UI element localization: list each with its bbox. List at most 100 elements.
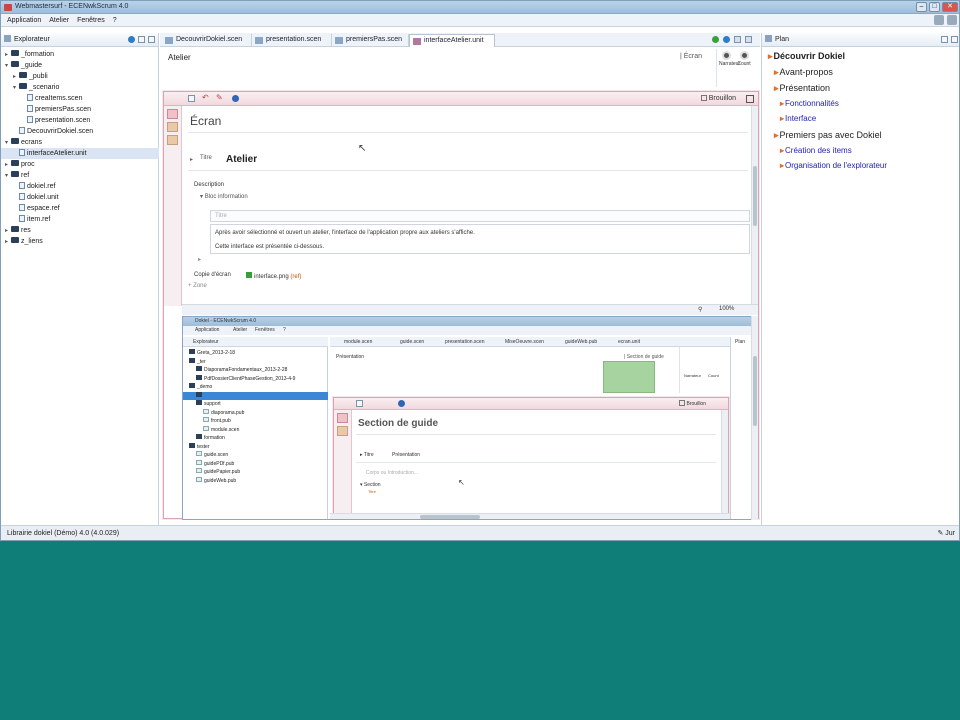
save-icon[interactable] <box>188 95 195 102</box>
tree-node[interactable]: dokiel.unit <box>1 192 159 203</box>
maximize-perspective-icon[interactable] <box>947 15 957 25</box>
tree-node[interactable]: espace.ref <box>1 203 159 214</box>
minimize-icon[interactable] <box>734 36 741 43</box>
plan-item[interactable]: ▸Découvrir Dokiel <box>768 51 845 62</box>
plan-item[interactable]: ▸Organisation de l'explorateur <box>780 161 887 170</box>
block-title-field[interactable]: Titre <box>210 210 750 222</box>
tree-node[interactable]: ▾ _guide <box>1 60 159 71</box>
tree-node[interactable]: item.ref <box>1 214 159 225</box>
minimize-perspective-icon[interactable] <box>934 15 944 25</box>
embedded-screenshot: Dokiel - ECENwkScrum 4.0 Application Ate… <box>182 316 758 520</box>
settings-icon[interactable] <box>128 36 135 43</box>
resources-icon[interactable] <box>167 135 178 145</box>
tree-node[interactable]: ▸ res <box>1 225 159 236</box>
draft-toggle[interactable]: Brouillon <box>700 95 736 102</box>
scroll-thumb[interactable] <box>753 166 757 226</box>
count-button[interactable]: Count <box>737 51 751 67</box>
tree-node[interactable]: dokiel.ref <box>1 181 159 192</box>
outline-icon[interactable] <box>167 122 178 132</box>
maximize-form-icon[interactable] <box>746 95 754 103</box>
editor-scrollbar[interactable] <box>751 316 758 520</box>
search-icon[interactable]: ⚲ <box>698 306 702 313</box>
maximize-icon[interactable] <box>745 36 752 43</box>
plan-item[interactable]: ▸Présentation <box>774 83 830 94</box>
menu-fenetres[interactable]: Fenêtres <box>77 17 105 24</box>
tree-node[interactable]: premiersPas.scen <box>1 104 159 115</box>
status-user[interactable]: ✎ Jur <box>937 526 955 540</box>
inner-item-title: Présentation <box>336 354 365 360</box>
tab-decouvrir-dokiel[interactable]: DecouvrirDokiel.scen <box>162 34 252 47</box>
plan-item[interactable]: ▸Création des items <box>780 146 852 155</box>
screenshot-link[interactable]: interface.png (ref) <box>246 272 301 280</box>
refresh-icon[interactable] <box>723 36 730 43</box>
inner-tree-icon <box>196 451 202 456</box>
tree-node[interactable]: ▸ _publi <box>1 71 159 82</box>
tree-node[interactable]: ▾ ref <box>1 170 159 181</box>
tree-node[interactable]: ▾ _scenario <box>1 82 159 93</box>
minimize-button[interactable]: – <box>916 2 927 12</box>
plan-header: Plan <box>762 33 959 47</box>
menu-atelier[interactable]: Atelier <box>49 17 69 24</box>
inner-tree-node: guideWeb.pub <box>183 476 328 486</box>
tab-premiers-pas[interactable]: premiersPas.scen <box>332 34 409 47</box>
application-window: Webmastersurf - ECENwkScrum 4.0 – □ ✕ Ap… <box>0 0 960 541</box>
block-body-field[interactable]: Après avoir sélectionné et ouvert un ate… <box>210 224 750 254</box>
inner-tree-node: guidePDf.pub <box>183 459 328 469</box>
title-value[interactable]: Atelier <box>226 154 257 165</box>
insert-marker[interactable]: ▸ <box>198 256 201 263</box>
tree-node-label: DecouvrirDokiel.scen <box>27 128 94 135</box>
tree-node-label: _publi <box>29 73 48 80</box>
maximize-button[interactable]: □ <box>929 2 940 12</box>
tree-node[interactable]: DecouvrirDokiel.scen <box>1 126 159 137</box>
maximize-icon[interactable] <box>148 36 155 43</box>
minimize-icon[interactable] <box>941 36 948 43</box>
screen-type-icon[interactable] <box>167 109 178 119</box>
form-scrollbar[interactable] <box>751 106 758 304</box>
inner-tree-label: PdfDossierClientPhaseGestion_2013-4-9 <box>204 375 296 382</box>
menu-application[interactable]: Application <box>7 17 41 24</box>
inner-tree-icon <box>203 408 209 414</box>
plan-item[interactable]: ▸Fonctionnalités <box>780 99 839 108</box>
file-icon <box>19 215 25 222</box>
minimize-icon[interactable] <box>138 36 145 43</box>
expand-arrow[interactable]: ▸ <box>190 156 193 163</box>
form-window: ↶ ✎ Brouillon Écran ▸ Titre Atelier Desc… <box>163 91 759 520</box>
tree-node[interactable]: interfaceAtelier.unit <box>1 148 159 159</box>
inner-tree-label: tester <box>197 443 210 450</box>
inner-explorer-title: Explorateur <box>193 339 219 345</box>
tree-node-label: ecrans <box>21 139 43 146</box>
menu-help[interactable]: ? <box>113 17 117 24</box>
inner-mouse-cursor-icon: ↖ <box>458 478 465 487</box>
undo-icon[interactable]: ↶ <box>202 93 209 102</box>
zoom-level[interactable]: 100% <box>719 306 734 312</box>
folder-icon <box>19 72 27 78</box>
tab-presentation[interactable]: presentation.scen <box>252 34 332 47</box>
info-icon[interactable] <box>232 95 239 102</box>
maximize-icon[interactable] <box>951 36 958 43</box>
info-block-label: ▾ Bloc information <box>200 194 248 200</box>
folder-icon <box>11 171 19 177</box>
inner-tab-guide-web: guideWeb.pub <box>565 339 598 345</box>
edit-icon[interactable]: ✎ <box>216 93 223 102</box>
tree-node[interactable]: ▾ ecrans <box>1 137 159 148</box>
plan-item[interactable]: ▸Avant-propos <box>774 67 833 78</box>
tree-node[interactable]: presentation.scen <box>1 115 159 126</box>
tree-node[interactable]: ▸ z_liens <box>1 236 159 247</box>
tree-node[interactable]: ▸ _formation <box>1 49 159 60</box>
tree-node[interactable]: ▸ proc <box>1 159 159 170</box>
narrator-button[interactable]: Narrateur <box>719 51 740 67</box>
plan-item-label: Création des items <box>785 146 852 155</box>
inner-window-title: Dokiel - ECENwkScrum 4.0 <box>195 318 257 324</box>
scroll-thumb[interactable] <box>753 356 757 426</box>
tree-node-label: z_liens <box>21 238 43 245</box>
explorer-title: Explorateur <box>14 36 50 43</box>
paragraph-1: Après avoir sélectionné et ouvert un ate… <box>215 230 475 236</box>
plan-item[interactable]: ▸Interface <box>780 114 816 123</box>
inner-draft-checkbox-icon <box>678 400 685 406</box>
tab-interface-atelier[interactable]: interfaceAtelier.unit <box>409 34 495 47</box>
play-icon[interactable] <box>712 36 719 43</box>
plan-item[interactable]: ▸Premiers pas avec Dokiel <box>774 130 882 141</box>
tree-node[interactable]: creaItems.scen <box>1 93 159 104</box>
plan-bullet-icon: ▸ <box>774 130 779 140</box>
close-button[interactable]: ✕ <box>942 2 958 12</box>
